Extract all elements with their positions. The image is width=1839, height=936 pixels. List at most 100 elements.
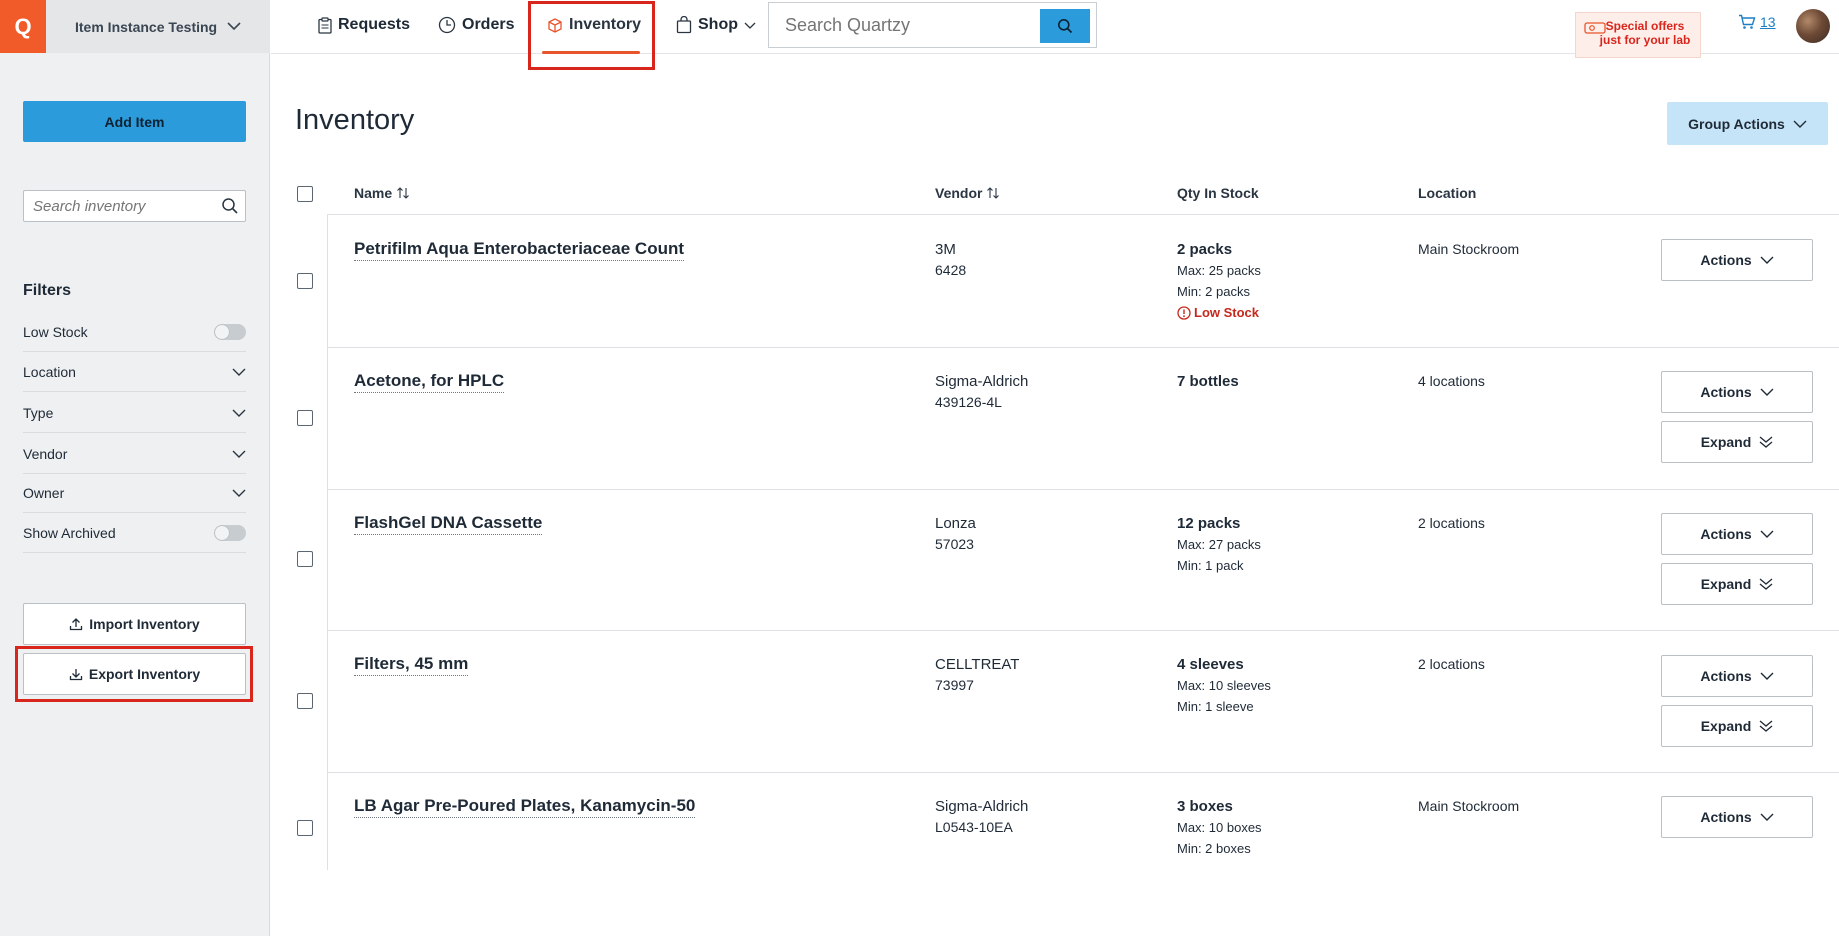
- nav-requests[interactable]: Requests: [318, 0, 410, 50]
- group-actions-label: Group Actions: [1688, 115, 1785, 132]
- filter-type[interactable]: Type: [23, 393, 246, 433]
- chevron-down-icon: [1760, 256, 1774, 264]
- shopping-bag-icon: [676, 16, 692, 34]
- item-name-link[interactable]: Petrifilm Aqua Enterobacteriaceae Count: [354, 239, 685, 261]
- chevron-down-icon: [1760, 530, 1774, 538]
- row-checkbox[interactable]: [297, 820, 313, 836]
- catalog-number: 73997: [935, 677, 974, 693]
- low-stock-label: Low Stock: [1194, 305, 1260, 320]
- filter-show-archived[interactable]: Show Archived: [23, 513, 246, 553]
- qty-amount: 2 packs: [1177, 241, 1233, 258]
- sidebar: Q Item Instance Testing Add Item Filters…: [0, 0, 270, 936]
- chevron-down-icon: [232, 450, 246, 458]
- catalog-number: 439126-4L: [935, 394, 1002, 410]
- cart-icon: [1739, 14, 1756, 29]
- actions-label: Actions: [1700, 384, 1752, 400]
- filter-label: Location: [23, 363, 76, 380]
- nav-label: Requests: [338, 16, 411, 33]
- filter-label: Type: [23, 404, 54, 421]
- nav-shop[interactable]: Shop: [676, 0, 756, 50]
- inventory-tab-highlight: [528, 1, 655, 70]
- quartzy-logo[interactable]: Q: [0, 0, 46, 53]
- item-name-link[interactable]: Filters, 45 mm: [354, 654, 469, 676]
- show-archived-toggle[interactable]: [214, 524, 246, 541]
- inventory-search-input[interactable]: [24, 191, 204, 221]
- filter-low-stock[interactable]: Low Stock: [23, 312, 246, 352]
- double-chevron-down-icon: [1759, 720, 1773, 732]
- global-search-input[interactable]: [769, 3, 1019, 47]
- cart-count: 13: [1760, 14, 1776, 30]
- offers-line-1: Special offers: [1605, 19, 1685, 33]
- expand-label: Expand: [1700, 434, 1752, 450]
- select-all-checkbox[interactable]: [297, 186, 313, 202]
- chevron-down-icon: [1760, 672, 1774, 680]
- qty-min: Min: 1 sleeve: [1177, 699, 1254, 714]
- location-cell: 2 locations: [1418, 515, 1485, 531]
- location-cell: Main Stockroom: [1418, 798, 1520, 814]
- row-checkbox[interactable]: [297, 551, 313, 567]
- search-button[interactable]: [1040, 9, 1090, 43]
- user-avatar[interactable]: [1796, 9, 1830, 43]
- actions-label: Actions: [1700, 809, 1752, 825]
- special-offers-banner[interactable]: Special offers just for your lab: [1575, 12, 1701, 58]
- expand-button[interactable]: Expand: [1661, 705, 1813, 747]
- vendor-name: Sigma-Aldrich: [935, 798, 1029, 815]
- expand-button[interactable]: Expand: [1661, 421, 1813, 463]
- filter-owner[interactable]: Owner: [23, 473, 246, 513]
- chevron-down-icon: [1793, 120, 1807, 128]
- actions-label: Actions: [1700, 252, 1752, 268]
- offer-tag-icon: [1584, 22, 1606, 34]
- catalog-number: L0543-10EA: [935, 819, 1013, 835]
- nav-orders[interactable]: Orders: [438, 0, 514, 50]
- filter-label: Show Archived: [23, 524, 116, 541]
- item-name-link[interactable]: LB Agar Pre-Poured Plates, Kanamycin-50: [354, 796, 696, 818]
- actions-button[interactable]: Actions: [1661, 655, 1813, 697]
- workspace-switcher[interactable]: Item Instance Testing: [46, 0, 270, 53]
- add-item-button[interactable]: Add Item: [23, 101, 246, 142]
- vendor-cell: Sigma-Aldrich L0543-10EA: [935, 796, 1028, 838]
- catalog-number: 6428: [935, 262, 967, 278]
- row-checkbox[interactable]: [297, 410, 313, 426]
- row-checkbox[interactable]: [297, 693, 313, 709]
- import-inventory-button[interactable]: Import Inventory: [23, 603, 246, 645]
- filters-heading: Filters: [23, 282, 72, 299]
- nav-label: Shop: [698, 16, 738, 33]
- row-checkbox[interactable]: [297, 273, 313, 289]
- actions-button[interactable]: Actions: [1661, 796, 1813, 838]
- table-row: [327, 630, 1839, 772]
- location-cell: Main Stockroom: [1418, 241, 1520, 257]
- chevron-down-icon: [1760, 388, 1774, 396]
- expand-button[interactable]: Expand: [1661, 563, 1813, 605]
- vendor-cell: 3M 6428: [935, 239, 966, 281]
- filter-label: Low Stock: [23, 323, 88, 340]
- workspace-name: Item Instance Testing: [75, 18, 218, 35]
- qty-amount: 12 packs: [1177, 515, 1241, 532]
- item-name-link[interactable]: FlashGel DNA Cassette: [354, 513, 543, 535]
- actions-button[interactable]: Actions: [1661, 371, 1813, 413]
- column-header-name[interactable]: Name: [354, 185, 410, 201]
- filter-vendor[interactable]: Vendor: [23, 434, 246, 474]
- table-row: [327, 489, 1839, 630]
- actions-button[interactable]: Actions: [1661, 239, 1813, 281]
- filter-label: Owner: [23, 484, 65, 501]
- app-root: Q Item Instance Testing Add Item Filters…: [0, 0, 1839, 936]
- filter-location[interactable]: Location: [23, 352, 246, 392]
- group-actions-button[interactable]: Group Actions: [1667, 102, 1828, 145]
- low-stock-toggle[interactable]: [214, 323, 246, 340]
- catalog-number: 57023: [935, 536, 974, 552]
- actions-button[interactable]: Actions: [1661, 513, 1813, 555]
- vendor-name: Sigma-Aldrich: [935, 373, 1029, 390]
- item-name-link[interactable]: Acetone, for HPLC: [354, 371, 505, 393]
- actions-label: Actions: [1700, 668, 1752, 684]
- vendor-name: Lonza: [935, 515, 976, 532]
- column-header-vendor[interactable]: Vendor: [935, 185, 1000, 201]
- search-icon[interactable]: [221, 197, 239, 215]
- column-label: Qty In Stock: [1177, 185, 1259, 201]
- cart-link[interactable]: 13: [1738, 14, 1776, 30]
- table-row: [327, 772, 1839, 870]
- page-title: Inventory: [295, 104, 415, 136]
- vendor-cell: Sigma-Aldrich 439126-4L: [935, 371, 1028, 413]
- global-search: [768, 2, 1097, 48]
- qty-cell: 12 packs Max: 27 packs Min: 1 pack: [1177, 513, 1261, 576]
- qty-amount: 4 sleeves: [1177, 656, 1244, 673]
